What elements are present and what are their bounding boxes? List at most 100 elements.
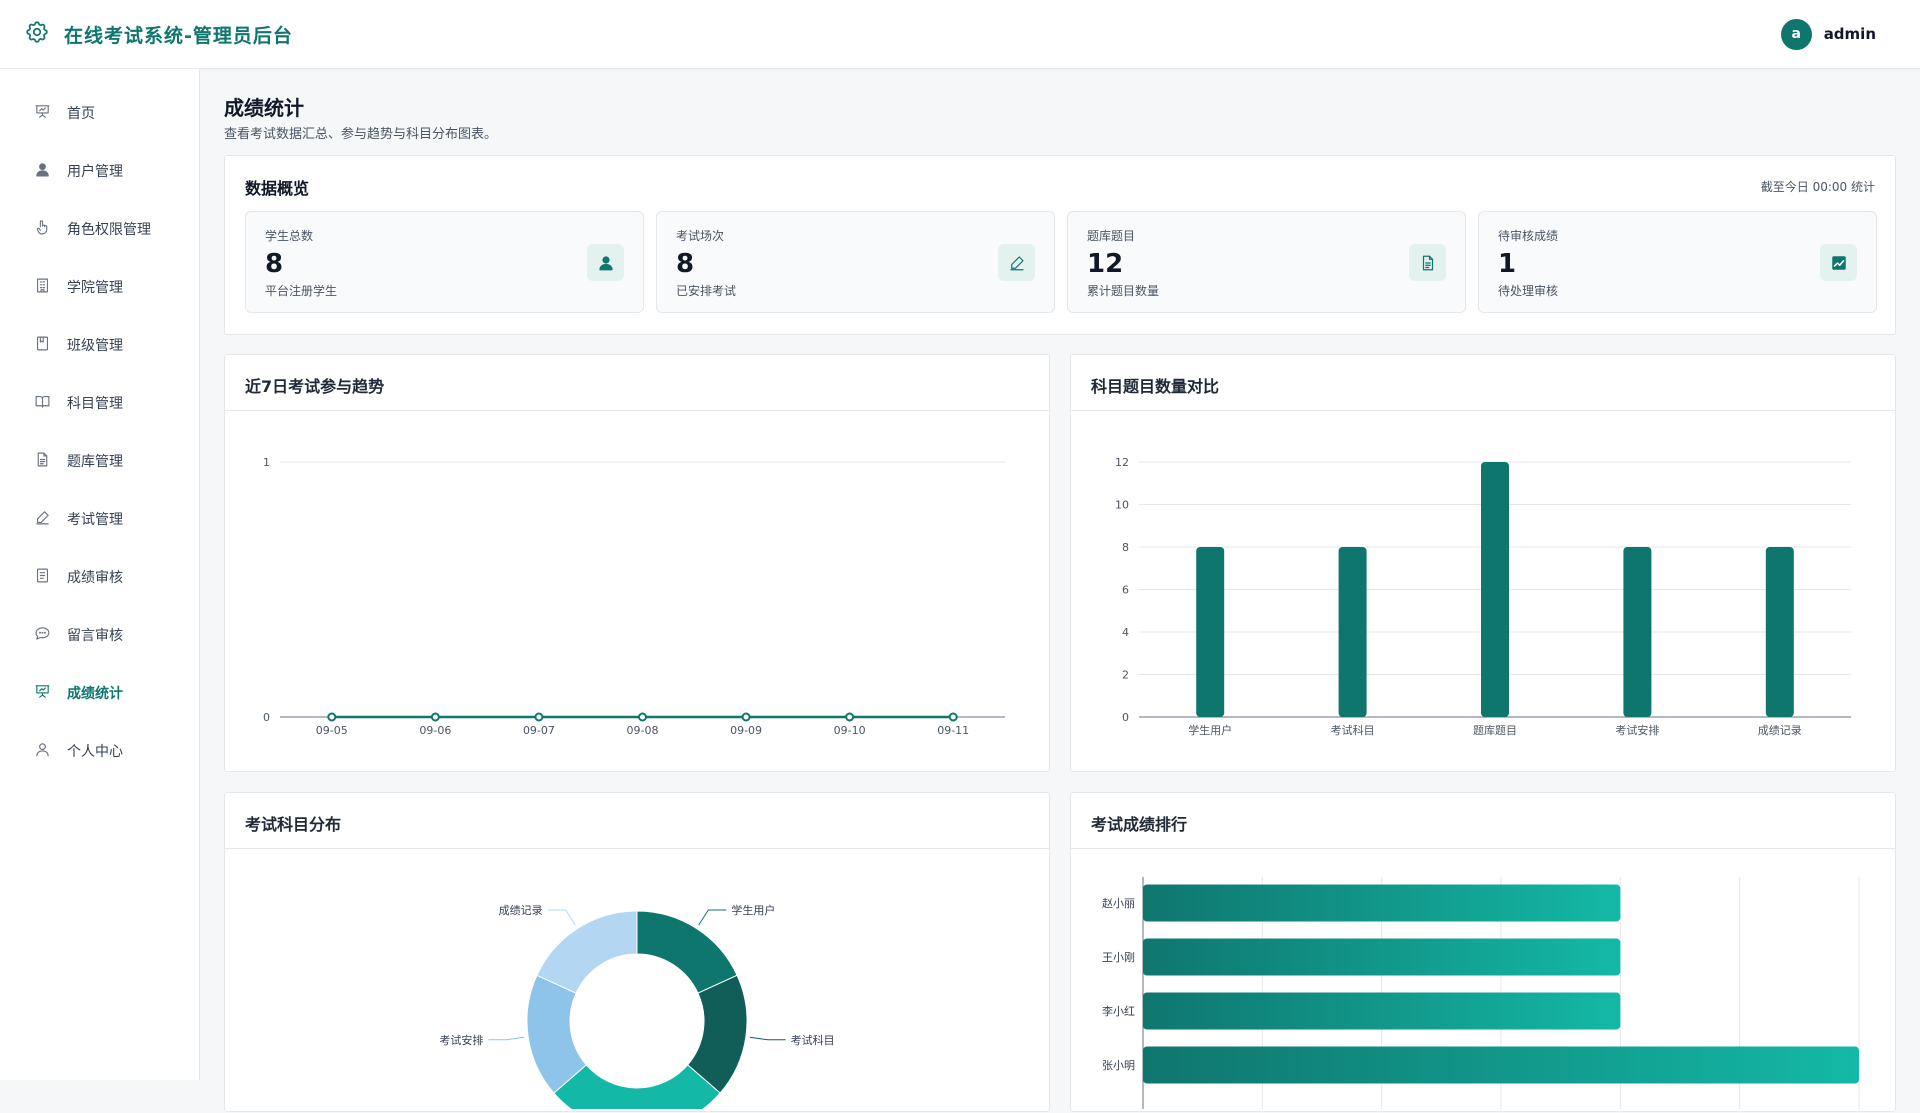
building-icon xyxy=(34,277,51,298)
distribution-card: 考试科目分布 学生用户考试科目题库题目考试安排成绩记录 xyxy=(224,792,1050,1113)
bar xyxy=(1196,547,1225,717)
chart-line-icon xyxy=(1820,244,1857,281)
hand-pointer-icon xyxy=(34,219,51,240)
sidebar-item-11[interactable]: 个人中心 xyxy=(0,722,199,780)
user-menu[interactable]: a admin xyxy=(1780,18,1876,50)
pen-icon xyxy=(998,244,1035,281)
presentation-icon xyxy=(34,683,51,704)
x-tick-label: 09-09 xyxy=(730,724,762,737)
sidebar-item-label: 考试管理 xyxy=(67,512,123,528)
sidebar-item-2[interactable]: 角色权限管理 xyxy=(0,200,199,258)
bar xyxy=(1143,992,1621,1030)
label-leader xyxy=(488,1036,525,1041)
document-icon xyxy=(1409,244,1446,281)
y-tick-label: 赵小丽 xyxy=(1102,896,1135,910)
y-tick-label: 0 xyxy=(263,711,270,724)
page-subtitle: 查看考试数据汇总、参与趋势与科目分布图表。 xyxy=(224,127,498,142)
slice-label: 考试科目 xyxy=(791,1033,835,1047)
stat-value: 8 xyxy=(265,249,284,279)
main-content: 成绩统计 查看考试数据汇总、参与趋势与科目分布图表。 数据概览 截至今日 00:… xyxy=(224,69,1896,1113)
subject-chart: 0 2 4 6 8 10 12 学生用户 考试科目 题库题目 考试安排 成绩记录 xyxy=(1115,456,1851,737)
sidebar-item-8[interactable]: 成绩审核 xyxy=(0,548,199,606)
sidebar-item-1[interactable]: 用户管理 xyxy=(0,142,199,200)
stat-label: 待审核成绩 xyxy=(1498,229,1559,243)
sidebar-item-7[interactable]: 考试管理 xyxy=(0,490,199,548)
sidebar-item-9[interactable]: 留言审核 xyxy=(0,606,199,664)
sidebar-item-10[interactable]: 成绩统计 xyxy=(0,664,199,722)
top-header: 在线考试系统-管理员后台 a admin xyxy=(0,0,1920,69)
data-point xyxy=(534,712,544,722)
sidebar-item-label: 科目管理 xyxy=(67,396,123,412)
data-point xyxy=(845,712,855,722)
data-point xyxy=(948,712,958,722)
x-tick-label: 09-10 xyxy=(834,724,866,737)
ranking-card-title: 考试成绩排行 xyxy=(1071,793,1895,849)
distribution-card-title: 考试科目分布 xyxy=(225,793,1049,849)
stat-desc: 平台注册学生 xyxy=(265,284,338,298)
y-tick-label: 张小明 xyxy=(1102,1059,1135,1072)
label-leader xyxy=(698,909,727,926)
user-icon xyxy=(587,244,624,281)
slice-label: 成绩记录 xyxy=(499,904,543,917)
sidebar-item-label: 首页 xyxy=(67,106,95,122)
stat-label: 题库题目 xyxy=(1087,229,1136,243)
gear-icon xyxy=(24,19,50,49)
bar xyxy=(1143,1046,1859,1084)
sidebar-item-label: 成绩审核 xyxy=(67,570,123,586)
overview-note: 截至今日 00:00 统计 xyxy=(1760,180,1875,194)
brand[interactable]: 在线考试系统-管理员后台 xyxy=(24,19,293,49)
data-point xyxy=(638,712,647,722)
sidebar-item-4[interactable]: 班级管理 xyxy=(0,316,199,374)
overview-title: 数据概览 xyxy=(245,179,310,198)
x-tick-label: 09-06 xyxy=(419,724,451,737)
sidebar-item-3[interactable]: 学院管理 xyxy=(0,258,199,316)
y-tick-label: 2 xyxy=(1122,669,1129,682)
sidebar-item-label: 成绩统计 xyxy=(67,686,123,702)
y-tick-label: 0 xyxy=(1122,711,1129,724)
bar xyxy=(1481,462,1509,717)
distribution-chart: 学生用户考试科目题库题目考试安排成绩记录 xyxy=(439,903,835,1113)
data-point xyxy=(327,712,337,722)
user-outline-icon xyxy=(34,741,51,762)
bar xyxy=(1765,547,1794,717)
x-tick-label: 题库题目 xyxy=(1473,724,1517,737)
app-title: 在线考试系统-管理员后台 xyxy=(64,24,293,47)
page-title: 成绩统计 xyxy=(224,96,304,120)
sidebar-item-label: 角色权限管理 xyxy=(67,222,151,238)
sidebar-item-label: 班级管理 xyxy=(67,338,123,354)
bar xyxy=(1143,884,1621,922)
x-tick-label: 09-07 xyxy=(523,724,555,737)
pen-icon xyxy=(34,509,51,530)
sidebar-item-label: 留言审核 xyxy=(67,628,123,644)
x-tick-label: 考试科目 xyxy=(1331,723,1375,737)
stat-label: 学生总数 xyxy=(265,229,314,243)
sidebar-item-5[interactable]: 科目管理 xyxy=(0,374,199,432)
x-tick-label: 09-08 xyxy=(627,724,659,737)
stat-card: 考试场次 8 已安排考试 xyxy=(656,211,1055,313)
username[interactable]: admin xyxy=(1824,25,1876,43)
x-tick-label: 学生用户 xyxy=(1188,723,1232,737)
avatar[interactable]: a xyxy=(1780,18,1812,50)
user-icon xyxy=(34,161,51,182)
list-document-icon xyxy=(34,567,51,588)
ranking-chart: 赵小丽王小刚李小红张小明 xyxy=(1102,877,1860,1109)
sidebar-item-6[interactable]: 题库管理 xyxy=(0,432,199,490)
y-tick-label: 4 xyxy=(1122,626,1129,639)
x-tick-label: 考试安排 xyxy=(1615,723,1659,737)
sidebar-item-label: 用户管理 xyxy=(67,164,123,180)
pie-slice xyxy=(536,910,638,994)
bookmark-icon xyxy=(34,335,51,356)
bar xyxy=(1338,547,1367,717)
ranking-card: 考试成绩排行 赵小丽 王小刚 李小红 张小明 xyxy=(1070,792,1896,1112)
stat-card: 题库题目 12 累计题目数量 xyxy=(1067,211,1466,313)
trend-chart: 0 1 09-05 09-06 09-07 09-08 09-09 09-10 09-11 xyxy=(263,456,1005,737)
sidebar-item-label: 个人中心 xyxy=(67,744,123,760)
y-tick-label: 12 xyxy=(1115,456,1129,469)
data-point xyxy=(430,712,440,722)
label-leader xyxy=(749,1036,786,1041)
sidebar-item-0[interactable]: 首页 xyxy=(0,84,199,142)
bar xyxy=(1623,547,1652,717)
stat-value: 1 xyxy=(1498,249,1517,279)
stat-value: 8 xyxy=(676,249,695,279)
x-tick-label: 09-05 xyxy=(316,724,348,737)
